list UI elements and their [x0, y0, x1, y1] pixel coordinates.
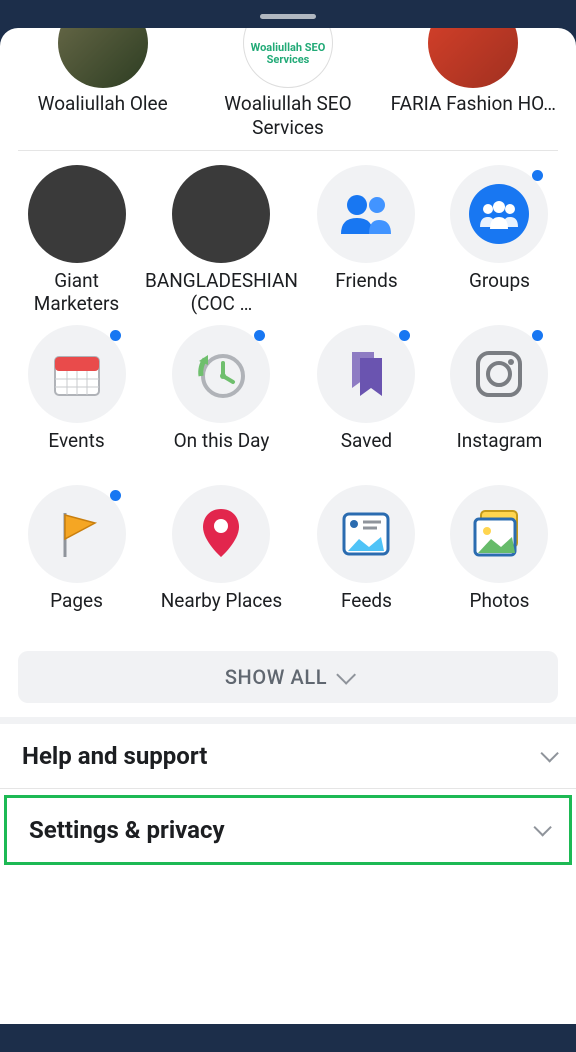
divider: [18, 150, 558, 151]
friends-icon: [317, 165, 415, 263]
menu-item-friends[interactable]: Friends: [300, 165, 433, 317]
menu-label: Nearby Places: [159, 589, 284, 637]
menu-item-groups[interactable]: Groups: [433, 165, 566, 317]
shortcut-item[interactable]: FARIA Fashion HO…: [382, 28, 565, 140]
notification-dot: [254, 330, 265, 341]
menu-label: Giant Marketers: [10, 269, 143, 317]
shortcut-label: FARIA Fashion HO…: [386, 92, 561, 116]
settings-and-privacy-row[interactable]: Settings & privacy: [4, 795, 572, 865]
show-all-label: SHOW ALL: [225, 665, 327, 689]
photos-icon: [450, 485, 548, 583]
flag-icon: [28, 485, 126, 583]
notification-dot: [110, 490, 121, 501]
shortcut-item[interactable]: Woaliullah Olee: [11, 28, 194, 140]
clash-image: [172, 165, 270, 263]
menu-item-on-this-day[interactable]: On this Day: [143, 325, 300, 477]
menu-label: Photos: [468, 589, 532, 637]
notification-dot: [399, 330, 410, 341]
menu-item-bangladeshian[interactable]: BANGLADESHIAN (COC …: [143, 165, 300, 317]
chalkboard-image: [28, 165, 126, 263]
show-all-button[interactable]: SHOW ALL: [18, 651, 558, 703]
pin-icon: [172, 485, 270, 583]
calendar-icon: [28, 325, 126, 423]
menu-item-photos[interactable]: Photos: [433, 485, 566, 637]
accordion-title: Settings & privacy: [29, 816, 225, 844]
menu-label: BANGLADESHIAN (COC …: [143, 269, 300, 317]
menu-item-nearby-places[interactable]: Nearby Places: [143, 485, 300, 637]
menu-item-instagram[interactable]: Instagram: [433, 325, 566, 477]
chevron-down-icon: [533, 818, 551, 836]
menu-item-saved[interactable]: Saved: [300, 325, 433, 477]
accordion-title: Help and support: [22, 742, 207, 770]
clock-icon: [172, 325, 270, 423]
shortcut-label: Woaliullah Olee: [15, 92, 190, 116]
menu-sheet: Woaliullah Olee Woaliullah SEO Services …: [0, 28, 576, 1024]
groups-icon: [450, 165, 548, 263]
drag-handle[interactable]: [260, 14, 316, 19]
menu-label: Groups: [467, 269, 532, 317]
menu-item-events[interactable]: Events: [10, 325, 143, 477]
menu-item-feeds[interactable]: Feeds: [300, 485, 433, 637]
bookmark-icon: [317, 325, 415, 423]
notification-dot: [532, 170, 543, 181]
avatar: [428, 28, 518, 88]
menu-label: Friends: [333, 269, 399, 317]
chevron-down-icon: [336, 664, 356, 684]
shortcuts-row: Woaliullah Olee Woaliullah SEO Services …: [0, 28, 576, 140]
menu-label: Events: [46, 429, 106, 477]
menu-label: On this Day: [172, 429, 272, 477]
avatar: [58, 28, 148, 88]
shortcut-label: Woaliullah SEO Services: [200, 92, 375, 140]
menu-grid: Giant Marketers BANGLADESHIAN (COC … Fri…: [0, 159, 576, 637]
shortcut-item[interactable]: Woaliullah SEO Services Woaliullah SEO S…: [196, 28, 379, 140]
avatar: Woaliullah SEO Services: [243, 28, 333, 88]
notification-dot: [532, 330, 543, 341]
menu-label: Saved: [339, 429, 394, 477]
feeds-icon: [317, 485, 415, 583]
instagram-icon: [450, 325, 548, 423]
menu-item-pages[interactable]: Pages: [10, 485, 143, 637]
help-and-support-row[interactable]: Help and support: [0, 717, 576, 789]
chevron-down-icon: [540, 744, 558, 762]
menu-item-giant-marketers[interactable]: Giant Marketers: [10, 165, 143, 317]
notification-dot: [110, 170, 121, 181]
menu-label: Instagram: [455, 429, 545, 477]
notification-dot: [110, 330, 121, 341]
menu-label: Pages: [48, 589, 105, 637]
menu-label: Feeds: [339, 589, 394, 637]
